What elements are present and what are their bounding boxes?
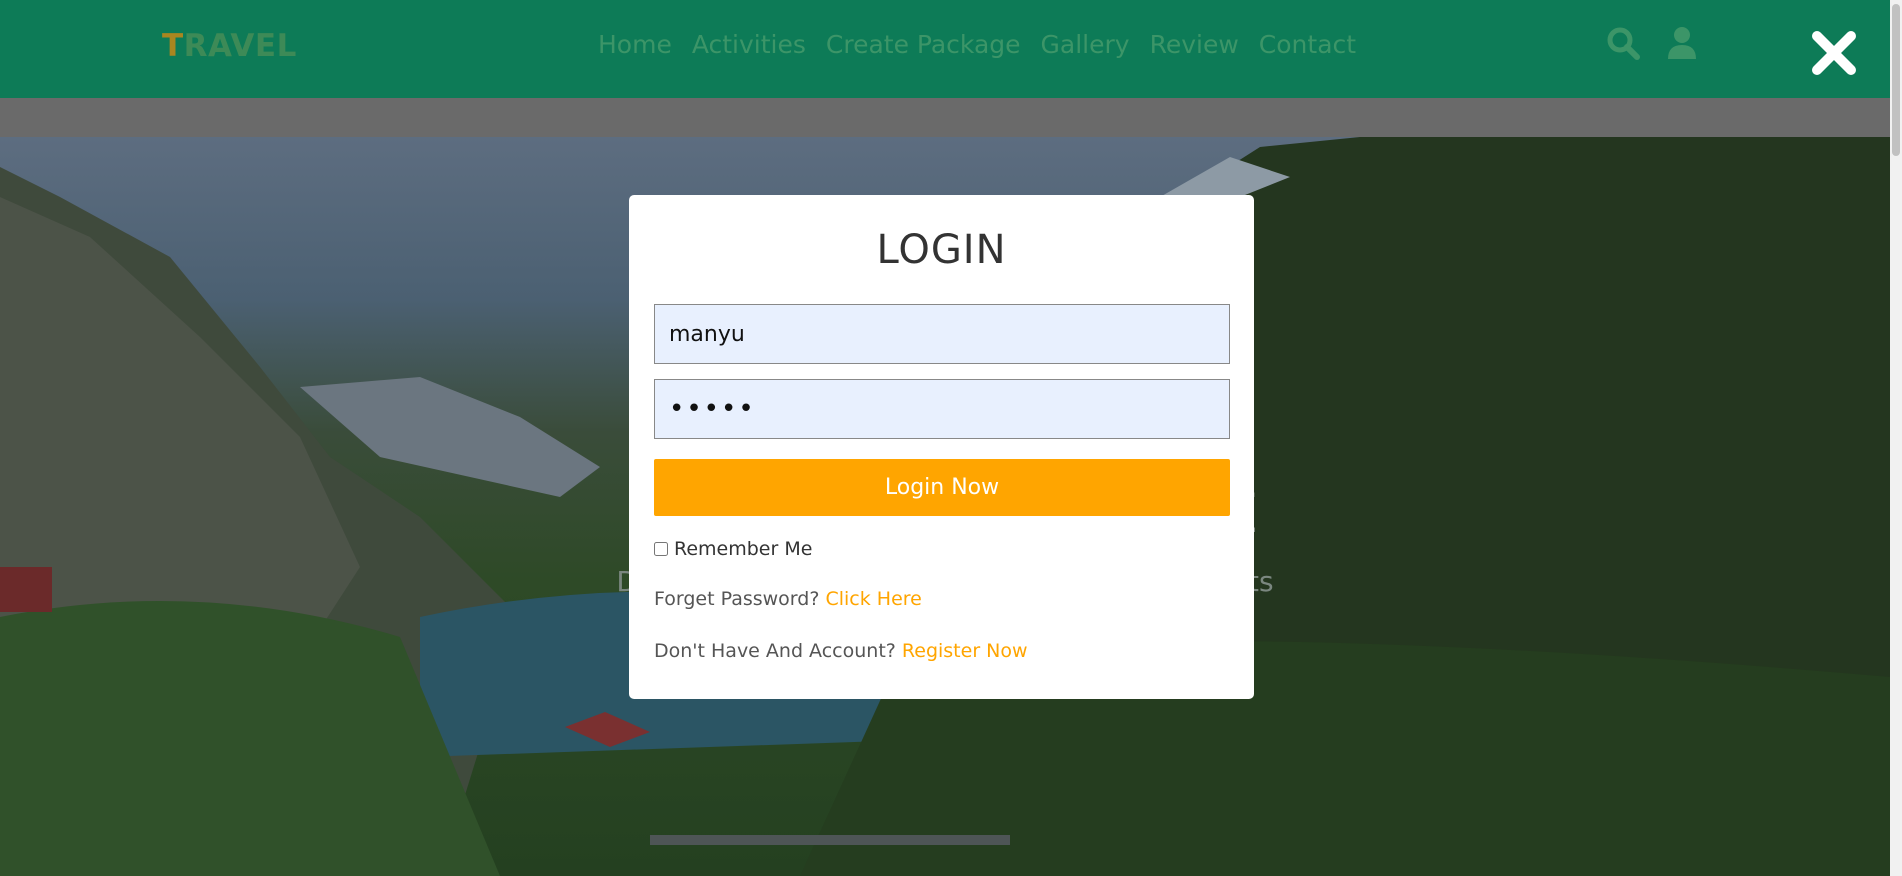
nav-contact[interactable]: Contact — [1259, 30, 1356, 59]
page-scrollbar[interactable] — [1890, 0, 1902, 876]
logo-rest: RAVEL — [183, 28, 297, 64]
nav-review[interactable]: Review — [1150, 30, 1239, 59]
main-nav: Home Activities Create Package Gallery R… — [598, 30, 1356, 59]
password-input[interactable] — [654, 379, 1230, 439]
user-icon[interactable] — [1667, 26, 1697, 64]
remember-me-label[interactable]: Remember Me — [674, 538, 812, 560]
scrollbar-thumb[interactable] — [1892, 4, 1900, 156]
login-title: LOGIN — [876, 227, 1007, 273]
logo[interactable]: TRAVEL — [162, 28, 297, 64]
forget-password-row: Forget Password? Click Here — [654, 588, 1229, 610]
remember-me-checkbox[interactable] — [654, 542, 668, 556]
forget-password-text: Forget Password? — [654, 588, 820, 610]
nav-create-package[interactable]: Create Package — [826, 30, 1021, 59]
sub-header-bar — [0, 98, 1890, 137]
nav-activities[interactable]: Activities — [692, 30, 806, 59]
forget-password-link[interactable]: Click Here — [825, 588, 921, 610]
site-header: TRAVEL Home Activities Create Package Ga… — [0, 0, 1890, 98]
nav-gallery[interactable]: Gallery — [1041, 30, 1130, 59]
register-text: Don't Have And Account? — [654, 640, 896, 662]
username-input[interactable] — [654, 304, 1230, 364]
login-modal: LOGIN Login Now Remember Me Forget Passw… — [629, 195, 1254, 699]
search-icon[interactable] — [1606, 26, 1640, 64]
login-now-button[interactable]: Login Now — [654, 459, 1230, 516]
logo-first-letter: T — [162, 28, 184, 64]
register-now-link[interactable]: Register Now — [902, 640, 1028, 662]
remember-me-row: Remember Me — [654, 538, 1229, 560]
register-row: Don't Have And Account? Register Now — [654, 640, 1229, 662]
nav-home[interactable]: Home — [598, 30, 672, 59]
close-icon[interactable] — [1805, 24, 1863, 82]
